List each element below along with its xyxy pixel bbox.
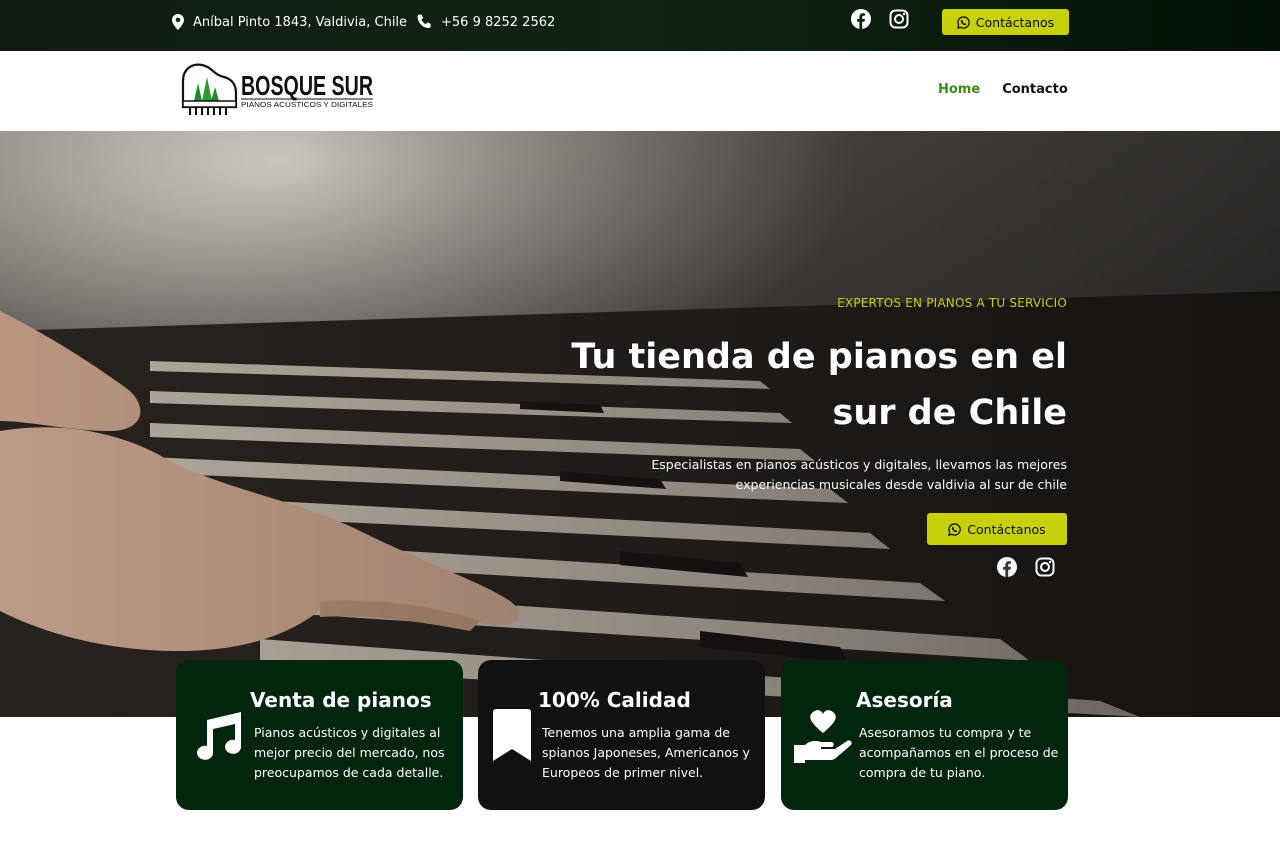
topbar-contact-label: Contáctanos: [975, 14, 1055, 30]
nav-home-link[interactable]: Home: [938, 82, 980, 97]
hero-title: Tu tienda de pianos en el sur de Chile: [571, 337, 1067, 433]
hero-contact-button[interactable]: Contáctanos: [927, 513, 1067, 545]
brand-logo[interactable]: BOSQUE SUR PIANOS ACÚSTICOS Y DIGITALES: [180, 61, 375, 119]
topbar-contact-button[interactable]: Contáctanos: [942, 9, 1069, 35]
hero-contact-label: Contáctanos: [967, 521, 1046, 537]
phone-text: +56 9 8252 2562: [441, 14, 556, 30]
card-title: 100% Calidad: [538, 688, 691, 712]
map-pin-icon: [172, 14, 184, 30]
card-text: Pianos acústicos y digitales al mejor pr…: [254, 725, 445, 780]
phone-icon: [417, 14, 431, 29]
nav-contacto-link[interactable]: Contacto: [1002, 82, 1068, 97]
logo-tagline-text: PIANOS ACÚSTICOS Y DIGITALES: [241, 100, 373, 109]
feature-card-venta: Venta de pianos Pianos acústicos y digit…: [176, 660, 463, 810]
site-header: BOSQUE SUR PIANOS ACÚSTICOS Y DIGITALES …: [0, 51, 1280, 131]
hero-tagline: EXPERTOS EN PIANOS A TU SERVICIO: [837, 296, 1067, 310]
main-nav: Home Contacto: [938, 82, 1068, 97]
music-note-icon: [197, 712, 242, 760]
hero-section: EXPERTOS EN PIANOS A TU SERVICIO Tu tien…: [0, 131, 1280, 717]
whatsapp-icon: [948, 522, 962, 536]
card-text: Asesoramos tu compra y te acompañamos en…: [859, 725, 1059, 780]
instagram-icon[interactable]: [889, 9, 909, 29]
facebook-icon[interactable]: [851, 9, 871, 29]
top-bar: Aníbal Pinto 1843, Valdivia, Chile +56 9…: [0, 0, 1280, 51]
feature-card-asesoria: Asesoría Asesoramos tu compra y te acomp…: [781, 660, 1068, 810]
logo-brand-text: BOSQUE SUR: [241, 70, 373, 101]
bookmark-icon: [493, 709, 531, 761]
feature-card-calidad: 100% Calidad Tenemos una amplia gama de …: [478, 660, 765, 810]
address-text: Aníbal Pinto 1843, Valdivia, Chile: [193, 14, 408, 30]
topbar-social-links: [851, 9, 909, 29]
card-title: Asesoría: [856, 688, 953, 712]
phone-info[interactable]: +56 9 8252 2562: [416, 13, 555, 31]
whatsapp-icon: [956, 15, 970, 29]
hero-description: Especialistas en pianos acústicos y digi…: [651, 457, 1067, 492]
hand-heart-icon: [794, 710, 852, 763]
instagram-icon[interactable]: [1035, 557, 1055, 577]
card-title: Venta de pianos: [250, 688, 432, 712]
facebook-icon[interactable]: [997, 557, 1017, 577]
hero-social-links: [997, 557, 1055, 577]
card-text: Tenemos una amplia gama de spianos Japon…: [542, 725, 750, 780]
piano-tree-logo: BOSQUE SUR PIANOS ACÚSTICOS Y DIGITALES: [181, 63, 373, 115]
address-info: Aníbal Pinto 1843, Valdivia, Chile: [172, 13, 407, 31]
